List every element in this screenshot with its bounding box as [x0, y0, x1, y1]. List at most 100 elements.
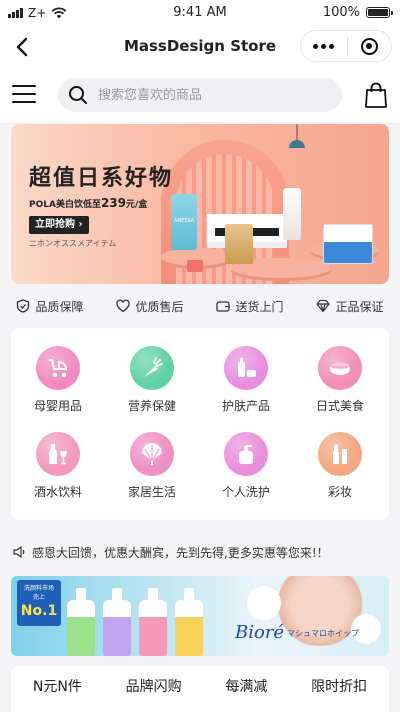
announcement-bar[interactable]: 感恩大回馈，优惠大酬宾，先到先得,更多实惠等您来!！ — [0, 540, 400, 564]
close-mini-program-icon[interactable] — [347, 31, 391, 61]
category-icon-circle — [36, 346, 80, 390]
battery-icon — [366, 7, 393, 18]
assurance-delivery: 送货上门 — [216, 298, 284, 315]
announcement-text: 感恩大回馈，优惠大酬宾，先到先得,更多实惠等您来!！ — [32, 545, 329, 560]
category-icon-circle — [130, 346, 174, 390]
assurance-label: 送货上门 — [235, 299, 284, 314]
promo-tabs: N元N件 品牌闪购 每满减 限时折扣 — [11, 666, 389, 712]
assurance-label: 优质售后 — [135, 299, 184, 314]
assurance-strip: 品质保障 优质售后 送货上门 正品保证 — [0, 292, 400, 320]
banner-price: 239 — [100, 196, 127, 210]
lotion-icon — [239, 445, 253, 464]
battery-percent: 100% — [322, 5, 360, 20]
category-label: 营养保健 — [127, 399, 176, 413]
search-row — [0, 68, 400, 122]
category-icon-circle — [224, 432, 268, 476]
shopping-bag-icon[interactable] — [364, 82, 388, 108]
badge-mid-text: 売上 — [32, 594, 45, 601]
cosmetics-icon — [238, 358, 256, 377]
category-label: 母婴用品 — [33, 399, 82, 413]
tab-n-yuan-n-items[interactable]: N元N件 — [33, 676, 82, 712]
category-icon-circle — [130, 432, 174, 476]
category-label: 家居生活 — [127, 485, 176, 499]
buy-now-button[interactable]: 立即抢购 › — [29, 216, 89, 234]
category-label: 彩妆 — [327, 485, 352, 499]
wine-icon — [49, 444, 67, 465]
search-input[interactable] — [98, 78, 334, 112]
tab-discount-threshold[interactable]: 每满减 — [225, 676, 267, 712]
search-bar[interactable] — [58, 78, 342, 112]
category-drinks[interactable]: 酒水饮料 — [11, 432, 105, 500]
category-label: 日式美食 — [315, 399, 364, 413]
assurance-quality: 品质保障 — [16, 298, 84, 315]
category-icon-circle — [224, 346, 268, 390]
mini-program-capsule — [300, 30, 392, 62]
tab-label: 每满减 — [225, 679, 268, 695]
banner-sub-suffix: 元/盒 — [126, 200, 148, 210]
heart-icon — [116, 299, 131, 313]
category-icon-circle — [318, 346, 362, 390]
cleanser-bottle — [139, 588, 167, 656]
category-icon-circle — [318, 432, 362, 476]
promo-ad-banner[interactable]: 洗颜料市场 売上 No.1 Bioré マシュマロホイップ — [11, 576, 389, 656]
tab-label: 限时折扣 — [311, 679, 368, 695]
category-nutrition[interactable]: 营养保健 — [105, 346, 199, 414]
status-bar: Z+ 9:41 AM 100% — [0, 0, 400, 26]
category-makeup[interactable]: 彩妆 — [293, 432, 387, 500]
cleanser-bottle — [175, 588, 203, 656]
product-brand-label: ANESSA — [173, 218, 195, 224]
cleanser-bottle — [103, 588, 131, 656]
category-japanese-food[interactable]: 日式美食 — [293, 346, 387, 414]
ad-brand-subtitle: マシュマロホイップ — [287, 629, 359, 638]
gold-bottle-product — [225, 224, 253, 264]
battery-fill — [368, 9, 388, 16]
pendant-lamp-icon — [289, 124, 305, 148]
tab-limited-discount[interactable]: 限时折扣 — [311, 676, 367, 712]
banner-tagline: ニホンオススメアイテム — [29, 239, 117, 248]
makeup-icon — [333, 444, 347, 464]
assurance-authentic: 正品保证 — [316, 298, 384, 315]
speaker-icon — [13, 546, 25, 558]
nav-bar: MassDesign Store — [0, 26, 400, 68]
foam-decoration — [247, 586, 281, 620]
banner-sub-prefix: POLA美白饮低至 — [29, 200, 101, 210]
sunscreen-bottle-product: ANESSA — [171, 194, 197, 250]
wallet-icon — [216, 301, 231, 312]
cleanser-bottle — [67, 588, 95, 656]
hero-banner[interactable]: 超值日系好物 POLA美白饮低至239元/盒 立即抢购 › ニホンオススメアイテ… — [11, 124, 389, 284]
more-options-icon[interactable] — [301, 31, 347, 61]
stroller-icon — [49, 359, 68, 378]
assurance-label: 正品保证 — [335, 299, 384, 314]
shield-check-icon — [17, 299, 30, 313]
carrot-icon — [144, 357, 163, 377]
category-baby[interactable]: 母婴用品 — [11, 346, 105, 414]
category-icon-circle — [36, 432, 80, 476]
badge-no-text: No.1 — [20, 603, 58, 619]
banner-subtitle: POLA美白饮低至239元/盒 — [29, 196, 147, 210]
hamburger-menu-icon[interactable] — [12, 82, 36, 106]
category-home[interactable]: 家居生活 — [105, 432, 199, 500]
ad-brand-logo: Bioré — [235, 622, 285, 643]
category-label: 个人洗护 — [221, 485, 270, 499]
search-icon — [69, 86, 87, 104]
diamond-icon — [316, 299, 331, 313]
fan-icon — [142, 443, 162, 465]
tab-label: 品牌闪购 — [125, 679, 182, 695]
category-grid: 母婴用品 营养保健 护肤产品 日式美食 酒水饮料 家居生活 个人洗护 彩妆 — [11, 328, 389, 520]
category-label: 酒水饮料 — [33, 485, 82, 499]
category-personal-care[interactable]: 个人洗护 — [199, 432, 293, 500]
tab-brand-flash-sale[interactable]: 品牌闪购 — [126, 676, 182, 712]
category-skincare[interactable]: 护肤产品 — [199, 346, 293, 414]
status-right: 100% — [322, 5, 393, 20]
tab-label: N元N件 — [32, 679, 82, 695]
ranking-badge: 洗颜料市场 売上 No.1 — [17, 580, 61, 626]
assurance-label: 品质保障 — [35, 299, 84, 314]
category-label: 护肤产品 — [221, 399, 270, 413]
gift-box-decoration — [187, 260, 203, 272]
badge-top-text: 洗颜料市场 — [23, 585, 54, 592]
drink-bottle-product — [283, 188, 301, 240]
assurance-aftersales: 优质售后 — [116, 298, 184, 315]
sushi-icon — [330, 362, 350, 375]
banner-headline: 超值日系好物 — [29, 166, 174, 191]
supplement-box-product — [323, 224, 373, 264]
